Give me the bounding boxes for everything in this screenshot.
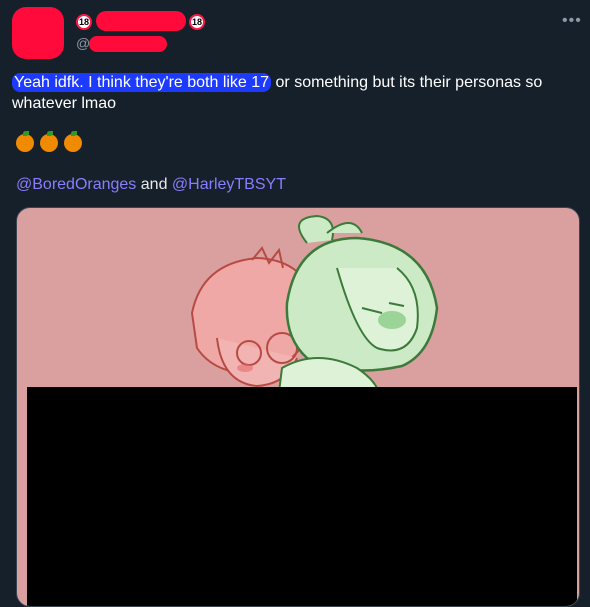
tweet-text: Yeah idfk. I think they're both like 17 … bbox=[12, 72, 582, 114]
orange-emoji-icon bbox=[40, 131, 58, 152]
avatar[interactable] bbox=[12, 7, 64, 59]
more-options-icon[interactable]: ••• bbox=[562, 12, 582, 30]
mention-link[interactable]: @HarleyTBSYT bbox=[172, 176, 286, 193]
age-badge-icon: 18 bbox=[189, 14, 205, 30]
media-image[interactable] bbox=[16, 207, 580, 607]
handle-redacted[interactable] bbox=[89, 36, 167, 52]
orange-emoji-icon bbox=[16, 131, 34, 152]
censor-block bbox=[27, 387, 577, 606]
and-text: and bbox=[140, 176, 168, 193]
mention-link[interactable]: @BoredOranges bbox=[16, 176, 136, 193]
selected-text: Yeah idfk. I think they're both like 17 bbox=[12, 73, 272, 92]
mentions-line: @BoredOranges and @HarleyTBSYT bbox=[16, 176, 286, 194]
age-badge-icon: 18 bbox=[76, 14, 92, 30]
display-name-redacted[interactable] bbox=[96, 11, 186, 31]
orange-emoji-icon bbox=[64, 131, 82, 152]
